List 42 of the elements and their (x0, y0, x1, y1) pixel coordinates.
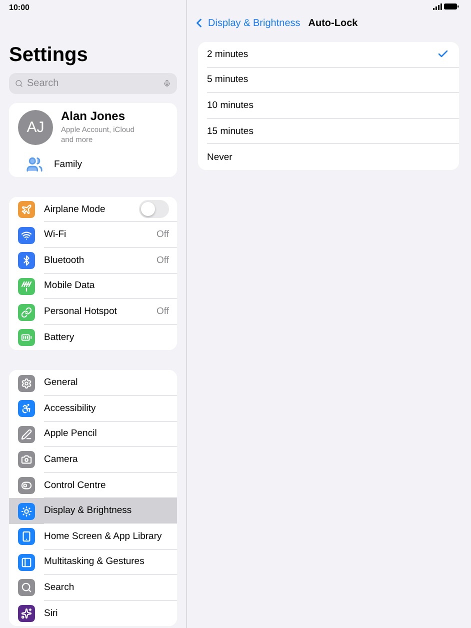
option-item[interactable]: 10 minutes (207, 93, 459, 119)
option-item[interactable]: 2 minutes (207, 42, 459, 68)
item-label: Personal Hotspot (44, 306, 118, 318)
back-link[interactable]: Display & Brightness (192, 16, 300, 30)
item-label: Control Centre (44, 480, 107, 491)
option-item[interactable]: Never (207, 144, 459, 170)
item-label: Search (44, 582, 76, 593)
item-label: General (44, 377, 79, 388)
option-label: 2 minutes (207, 48, 248, 60)
option-label: 10 minutes (207, 100, 254, 111)
item-label: Display & Brightness (44, 505, 133, 516)
settings-title: Settings (9, 44, 89, 67)
item-label: Battery (44, 332, 76, 344)
search-icon (15, 78, 23, 89)
option-label: 15 minutes (207, 126, 254, 137)
toggle-switch[interactable] (139, 200, 169, 218)
item-label: Multitasking & Gestures (44, 556, 146, 568)
item-label: Bluetooth (44, 254, 86, 266)
page-title: Auto-Lock (308, 18, 358, 28)
signal-battery-icon (433, 3, 459, 10)
option-item[interactable]: 15 minutes (207, 118, 459, 144)
item-value: Off (156, 306, 169, 318)
option-label: 5 minutes (207, 74, 248, 86)
item-label: Camera (44, 454, 79, 465)
profile-name: Alan Jones (61, 109, 126, 123)
item-value: Off (156, 254, 169, 266)
search-input[interactable]: Search (27, 78, 159, 89)
item-label: Wi-Fi (44, 229, 68, 240)
settings-item[interactable]: Display & Brightness (9, 498, 177, 524)
item-label: Mobile Data (44, 280, 96, 292)
status-time: 10:00 (9, 3, 30, 12)
item-label: Home Screen & App Library (44, 530, 163, 542)
item-label: Airplane Mode (44, 204, 106, 215)
people-icon (26, 156, 43, 173)
item-label: Apple Pencil (44, 428, 98, 440)
item-value: Off (156, 229, 169, 240)
microphone-icon[interactable] (163, 78, 171, 89)
item-label: Siri (44, 608, 59, 620)
item-label: Accessibility (44, 402, 97, 414)
option-label: Never (207, 152, 232, 163)
search-field[interactable]: Search (9, 73, 177, 94)
option-item[interactable]: 5 minutes (207, 68, 459, 94)
